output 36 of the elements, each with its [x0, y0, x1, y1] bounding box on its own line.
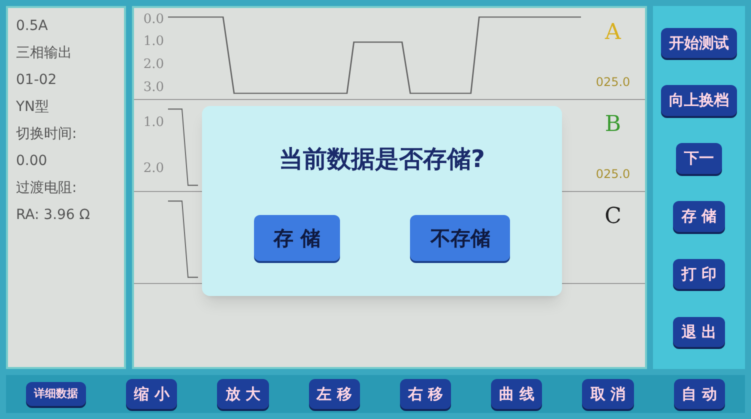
menu-button[interactable]: 左 移 [308, 378, 360, 410]
phase-label: C [604, 203, 622, 231]
axis-tick-label: 0.0 [143, 10, 164, 29]
info-text: 过渡电阻: [16, 179, 78, 198]
menu-button[interactable]: 取 消 [582, 378, 634, 410]
dialog-button[interactable]: 存 储 [254, 215, 340, 261]
menu-button[interactable]: 打 印 [673, 258, 725, 290]
axis-tick-label: 2.0 [143, 160, 164, 178]
info-text: 三相输出 [16, 44, 73, 63]
axis-tick-label: 1.0 [143, 114, 164, 132]
menu-button[interactable]: 退 出 [673, 316, 725, 348]
menu-button[interactable]: 下一 [676, 143, 722, 174]
info-text: 0.5A [16, 17, 49, 36]
info-text: RA: 3.96 Ω [16, 206, 91, 225]
phase-reading: 025.0 [596, 74, 630, 91]
dialog-button[interactable]: 不存储 [410, 215, 510, 261]
menu-button[interactable]: 缩 小 [126, 378, 178, 410]
menu-button[interactable]: 向上换档 [661, 85, 737, 116]
menu-button[interactable]: 自 动 [674, 378, 725, 410]
axis-tick-label: 3.0 [143, 78, 164, 97]
phase-label: A [605, 19, 621, 47]
info-text: YN型 [16, 98, 50, 117]
menu-button[interactable]: 存 储 [673, 201, 725, 232]
phase-label: B [604, 111, 622, 139]
info-text: 01-02 [16, 71, 58, 90]
phase-reading: 025.0 [596, 166, 630, 183]
menu-button[interactable]: 放 大 [217, 378, 269, 410]
menu-button[interactable]: 详细数据 [26, 382, 86, 406]
menu-button[interactable]: 右 移 [400, 378, 452, 410]
info-text: 0.00 [16, 152, 48, 171]
menu-button[interactable]: 开始测试 [661, 28, 737, 58]
menu-button[interactable]: 曲 线 [491, 378, 542, 410]
dialog-message: 当前数据是否存储? [279, 144, 485, 175]
axis-tick-label: 1.0 [143, 33, 164, 52]
axis-tick-label: 2.0 [143, 56, 164, 74]
info-text: 切换时间: [16, 125, 78, 144]
